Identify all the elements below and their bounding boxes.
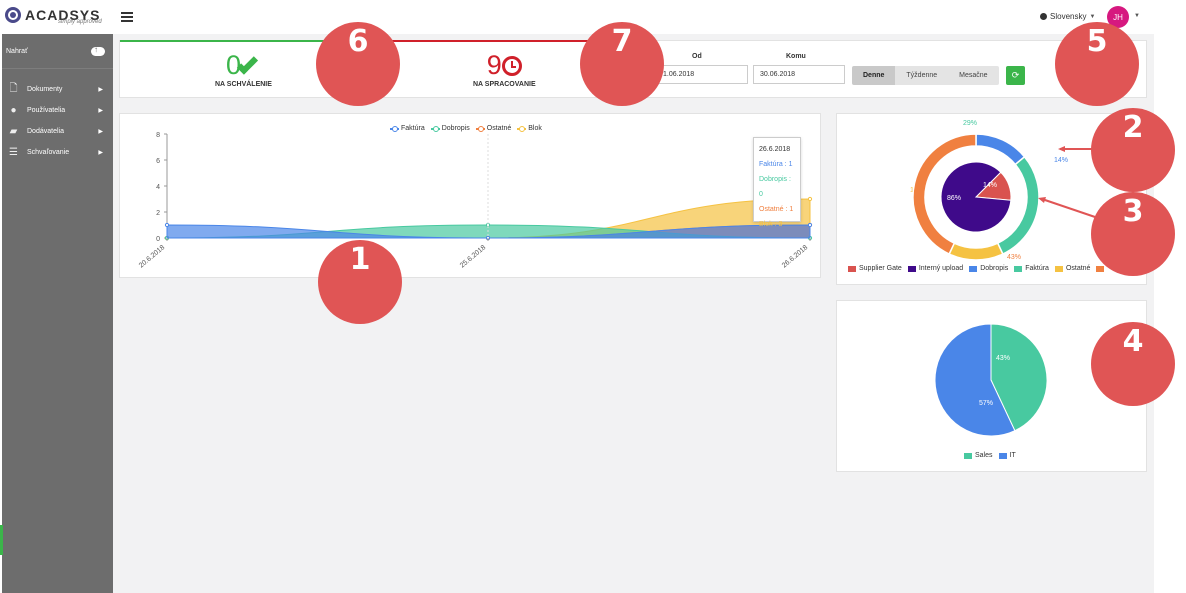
language-selector[interactable]: Slovensky ▼	[1040, 12, 1095, 21]
legend-item[interactable]: Supplier Gate	[848, 265, 902, 272]
list-icon: ☰	[9, 147, 18, 158]
legend-item[interactable]: Sales	[964, 452, 993, 459]
language-label: Slovensky	[1050, 12, 1087, 21]
globe-icon	[1040, 13, 1047, 20]
main-content: 0 NA SCHVÁLENIE 9 NA SPRACOVANIE Od Komu…	[113, 34, 1154, 593]
legend-item[interactable]: Faktúra	[1014, 265, 1049, 272]
annotation-badge-7: 7	[580, 22, 664, 106]
users-icon: ●	[10, 105, 17, 116]
sidebar-item-label: Schvaľovanie	[27, 149, 70, 156]
period-toggle: Denne Týždenne Mesačne	[852, 66, 999, 85]
period-monthly-button[interactable]: Mesačne	[948, 66, 999, 85]
approval-label: NA SCHVÁLENIE	[215, 81, 272, 88]
tooltip-row-other: Ostatné : 1	[759, 206, 794, 213]
refresh-button[interactable]: ⟳	[1006, 66, 1025, 85]
to-date-label: Komu	[786, 53, 806, 60]
y-tick-label: 6	[156, 158, 160, 165]
slice-label: 14%	[1054, 157, 1068, 164]
chevron-down-icon: ▼	[1089, 13, 1096, 20]
legend-item[interactable]: Interný upload	[907, 265, 963, 272]
to-date-input[interactable]	[753, 65, 845, 84]
logo-icon	[5, 7, 21, 23]
x-tick-label: 25.6.2018	[459, 244, 487, 269]
tooltip-row-invoice: Faktúra : 1	[759, 161, 793, 168]
area-chart[interactable]: 0 2 4 6 8 20.6.2018 25.6.2018 26.6.2018	[120, 114, 822, 279]
y-tick-label: 4	[156, 184, 160, 191]
outer-slice	[975, 133, 1026, 166]
legend-item[interactable]: IT	[998, 452, 1016, 459]
chart-tooltip: 26.6.2018 Faktúra : 1 Dobropis : 0 Ostat…	[753, 137, 801, 228]
sidebar-item-label: Dodávatelia	[27, 128, 64, 135]
sidebar: Nahrať 🗋 Dokumenty ▶ ● Používatelia ▶ ▰ …	[2, 34, 113, 593]
y-tick-label: 8	[156, 132, 160, 139]
pie-slice-label: 43%	[996, 355, 1010, 362]
chevron-right-icon: ▶	[98, 87, 103, 93]
slice-label: 29%	[963, 120, 977, 127]
logo-tagline: simply approved	[58, 19, 102, 25]
annotation-badge-1: 1	[318, 240, 402, 324]
x-tick-label: 20.6.2018	[138, 244, 166, 269]
refresh-icon: ⟳	[1011, 70, 1020, 80]
chevron-right-icon: ▶	[98, 108, 103, 114]
tooltip-row-credit-note: Dobropis : 0	[759, 176, 791, 198]
pie-chart-legend: Sales IT	[964, 452, 1022, 459]
legend-item[interactable]: Dobropis	[969, 265, 1008, 272]
y-tick-label: 0	[156, 236, 160, 243]
top-bar: ACADSYS simply approved Slovensky ▼ JH ▼	[0, 0, 1154, 34]
donut-chart-legend: Supplier Gate Interný upload Dobropis Fa…	[848, 265, 1113, 272]
sidebar-item-approval[interactable]: ☰ Schvaľovanie ▶	[2, 142, 113, 163]
sidebar-item-suppliers[interactable]: ▰ Dodávatelia ▶	[2, 121, 113, 142]
legend-item[interactable]: Ostatné	[1054, 265, 1090, 272]
sidebar-item-label: Používatelia	[27, 107, 66, 114]
user-menu-chevron-icon[interactable]: ▼	[1134, 13, 1140, 19]
data-point	[164, 222, 170, 228]
data-point	[807, 196, 813, 202]
clock-icon	[501, 56, 522, 76]
upload-button[interactable]: Nahrať	[2, 34, 113, 69]
tooltip-date: 26.6.2018	[759, 146, 791, 153]
annotation-badge-3: 3	[1091, 192, 1175, 276]
cloud-upload-icon	[91, 45, 105, 56]
sidebar-item-documents[interactable]: 🗋 Dokumenty ▶	[2, 79, 113, 100]
inner-slice-label: 14%	[983, 182, 997, 189]
data-point	[807, 222, 813, 228]
chevron-right-icon: ▶	[98, 150, 103, 156]
slice-label: 43%	[1007, 254, 1021, 261]
x-tick-label: 26.6.2018	[781, 244, 809, 269]
from-date-label: Od	[692, 53, 702, 60]
annotation-badge-6: 6	[316, 22, 400, 106]
sidebar-active-marker	[0, 525, 3, 555]
chevron-right-icon: ▶	[98, 129, 103, 135]
menu-toggle-icon[interactable]	[121, 12, 133, 22]
sidebar-item-users[interactable]: ● Používatelia ▶	[2, 100, 113, 121]
processing-label: NA SPRACOVANIE	[473, 81, 536, 88]
area-chart-card: Faktúra Dobropis Ostatné Blok 0 2 4 6 8 20.6.…	[119, 113, 821, 278]
upload-label: Nahrať	[6, 47, 28, 55]
from-date-input[interactable]	[656, 65, 748, 84]
y-tick-label: 2	[156, 210, 160, 217]
truck-icon: ▰	[9, 126, 18, 137]
approval-stat[interactable]: 0 NA SCHVÁLENIE	[215, 51, 272, 88]
annotation-badge-2: 2	[1091, 108, 1175, 192]
pie-slice-label: 57%	[979, 400, 993, 407]
sidebar-item-label: Dokumenty	[27, 86, 63, 93]
processing-count: 9	[486, 50, 502, 80]
period-daily-button[interactable]: Denne	[852, 66, 896, 85]
processing-accent-line	[390, 40, 600, 42]
document-icon: 🗋	[9, 83, 18, 94]
period-weekly-button[interactable]: Týždenne	[895, 66, 949, 85]
annotation-badge-4: 4	[1091, 322, 1175, 406]
annotation-badge-5: 5	[1055, 22, 1139, 106]
tooltip-row-receipt: Blok : 3	[759, 221, 783, 228]
inner-slice-label: 86%	[947, 195, 961, 202]
processing-stat[interactable]: 9 NA SPRACOVANIE	[473, 51, 536, 88]
outer-slice	[948, 242, 1004, 261]
